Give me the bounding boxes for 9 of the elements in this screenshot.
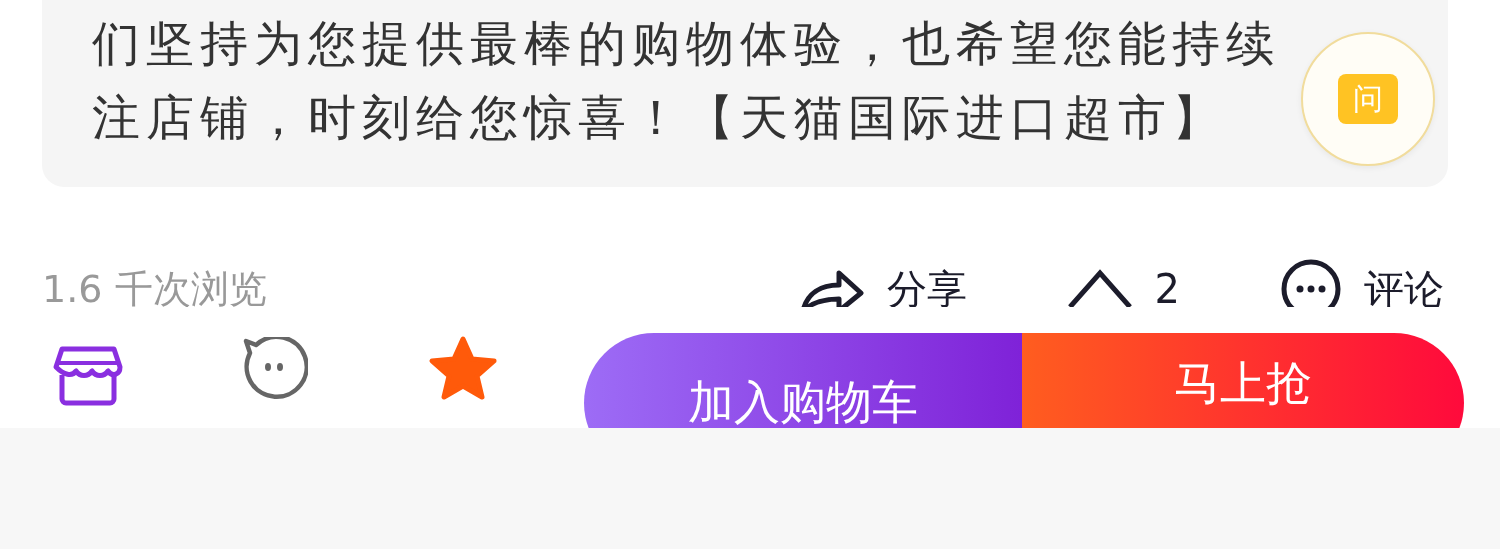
comment-icon — [1280, 258, 1342, 307]
buy-now-button[interactable]: 马上抢 — [1022, 333, 1464, 428]
add-to-cart-button[interactable]: 加入购物车 — [584, 333, 1022, 428]
like-button[interactable]: 2 — [1066, 259, 1180, 307]
star-icon[interactable] — [428, 335, 498, 401]
comment-button[interactable]: 评论 — [1280, 259, 1444, 307]
description-text: 注店铺，时刻给您惊喜！【天猫国际进口超市】 — [92, 88, 1226, 147]
up-caret-icon — [1066, 269, 1133, 307]
description-text: 们坚持为您提供最棒的购物体验，也希望您能持续 — [92, 14, 1280, 73]
